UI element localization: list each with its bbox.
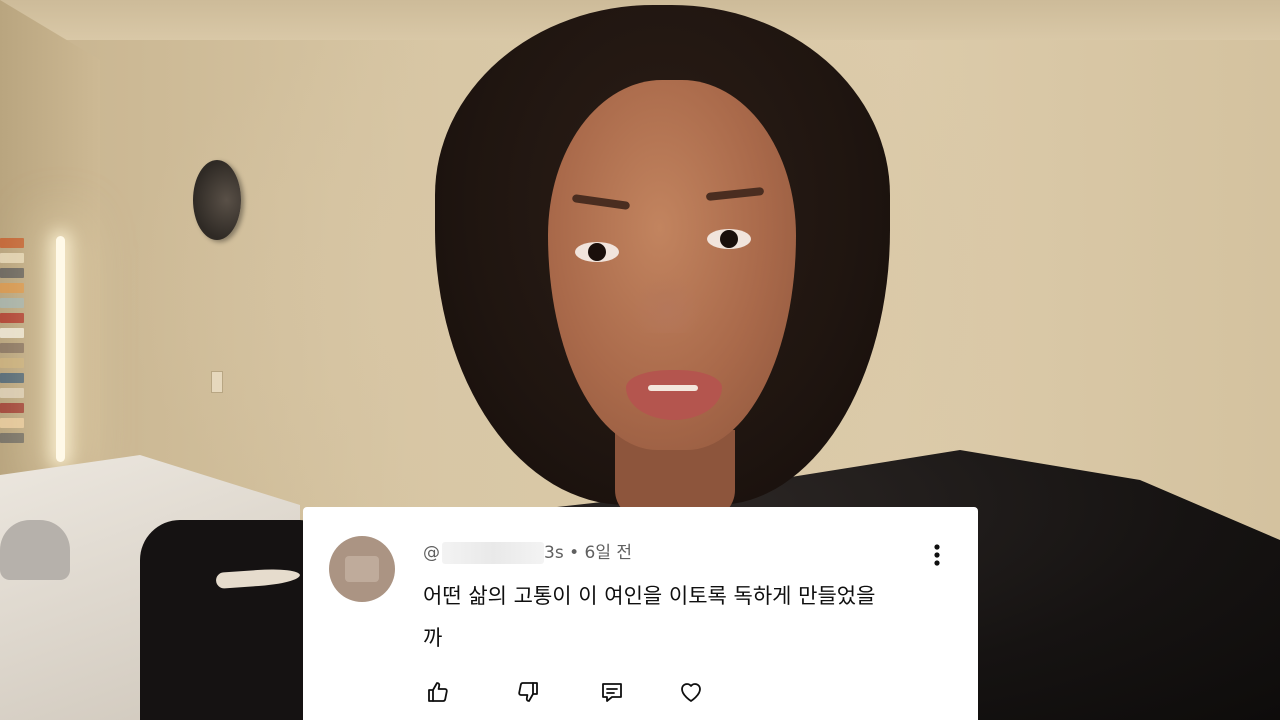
avatar-blur (345, 556, 379, 582)
dislike-button[interactable] (511, 675, 545, 709)
comment-text: 어떤 삶의 고통이 이 여인을 이토록 독하게 만들었을까 (423, 584, 876, 650)
heart-button[interactable] (674, 675, 708, 709)
redacted-handle (442, 542, 544, 564)
comment-meta: @3s • 6일 전 (423, 540, 632, 566)
heart-icon (681, 683, 701, 702)
more-options-button[interactable] (925, 539, 949, 571)
more-vertical-icon (934, 544, 940, 566)
person-arm (140, 520, 320, 720)
light-strip (56, 236, 65, 462)
left-eye (575, 242, 619, 262)
reply-button[interactable] (595, 675, 629, 709)
like-icon (428, 682, 448, 702)
comment-author[interactable]: @3s (423, 542, 564, 564)
light-switch (211, 371, 223, 393)
right-eye (707, 229, 751, 249)
comment-timestamp[interactable]: 6일 전 (585, 543, 633, 563)
dislike-icon (518, 682, 538, 702)
handle-suffix[interactable]: 3s (544, 543, 564, 563)
wall-clock (193, 160, 241, 240)
avatar[interactable] (329, 536, 395, 602)
comment-card: @3s • 6일 전 어떤 삶의 고통이 이 여인을 이토록 독하게 만들었을까 (303, 507, 978, 720)
bookshelf (0, 238, 24, 464)
pillow (0, 520, 70, 580)
like-button[interactable] (421, 675, 455, 709)
reply-icon (602, 683, 622, 702)
meta-separator: • (569, 543, 580, 563)
handle-prefix[interactable]: @ (423, 543, 440, 563)
person-nose (632, 275, 702, 333)
